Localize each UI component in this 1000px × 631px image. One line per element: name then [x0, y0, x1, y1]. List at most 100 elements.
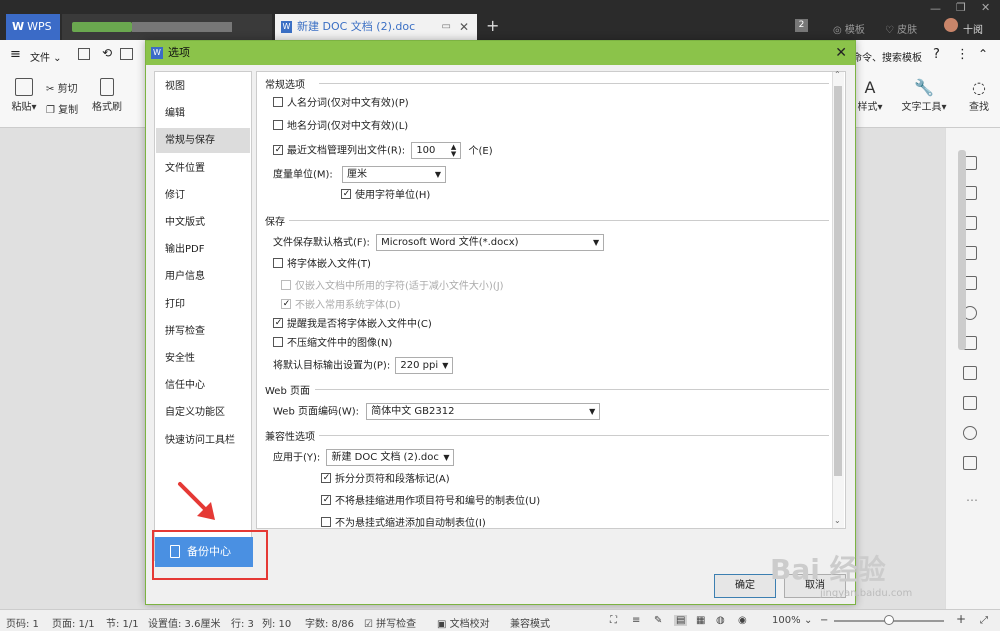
wps-home-tab[interactable]: W WPS: [6, 14, 60, 40]
apps-icon[interactable]: [963, 396, 977, 410]
no-auto-tab-checkbox[interactable]: [321, 517, 331, 527]
recent-docs-option[interactable]: 最近文档管理列出文件(R): 100 ▲▼ 个(E): [273, 142, 493, 159]
char-unit-checkbox[interactable]: [341, 189, 351, 199]
history-icon[interactable]: [963, 426, 977, 440]
doc-list-icon[interactable]: [963, 366, 977, 380]
more-icon[interactable]: ⋮: [956, 47, 969, 62]
document-tab[interactable]: W 新建 DOC 文档 (2).doc ▭ ✕: [275, 14, 477, 40]
page-view-icon[interactable]: ▤: [674, 615, 688, 626]
format-painter-button[interactable]: 格式刷: [90, 78, 124, 113]
monitor-icon[interactable]: ▭: [442, 14, 451, 40]
more-tools-icon[interactable]: ⋯: [966, 493, 978, 507]
embed-used-chars-option[interactable]: 仅嵌入文档中所用的字符(适于减小文件大小)(J): [281, 280, 504, 294]
zoom-in-icon[interactable]: +: [956, 612, 966, 626]
split-pages-checkbox[interactable]: [321, 473, 331, 483]
tab-count-badge[interactable]: 2: [795, 19, 808, 32]
proofread-button[interactable]: ▣ 文档校对: [437, 615, 490, 630]
scroll-up-icon[interactable]: ⌃: [834, 70, 841, 79]
options-scroll-thumb[interactable]: [834, 86, 842, 476]
nav-item[interactable]: 用户信息: [156, 264, 250, 289]
measure-unit-select[interactable]: 厘米 ▼: [342, 166, 446, 183]
ok-button[interactable]: 确定: [714, 574, 776, 598]
backup-center-button[interactable]: 备份中心: [155, 537, 253, 567]
tab-close-icon[interactable]: ✕: [459, 14, 469, 40]
place-segment-checkbox[interactable]: [273, 120, 283, 130]
new-tab-button[interactable]: +: [486, 16, 499, 35]
avatar[interactable]: [944, 18, 958, 32]
save-icon[interactable]: [78, 48, 90, 60]
template-button[interactable]: ◎ 模板: [833, 21, 865, 36]
recent-count-spinner[interactable]: 100 ▲ ▼: [411, 142, 462, 159]
no-common-fonts-checkbox[interactable]: [281, 299, 291, 309]
name-segment-checkbox[interactable]: [273, 97, 283, 107]
apply-to-select[interactable]: 新建 DOC 文档 (2).doc ▼: [326, 449, 455, 466]
no-hanging-option[interactable]: 不将悬挂缩进用作项目符号和编号的制表位(U): [321, 495, 540, 509]
read-view-icon[interactable]: ◉: [738, 615, 747, 626]
nav-item[interactable]: 视图: [156, 74, 250, 99]
search-command-box[interactable]: 命令、搜索模板: [852, 49, 922, 64]
nav-item[interactable]: 信任中心: [156, 373, 250, 398]
zoom-dropdown-icon[interactable]: ⌄: [804, 615, 812, 626]
close-window-icon[interactable]: ✕: [981, 1, 990, 14]
no-compress-option[interactable]: 不压缩文件中的图像(N): [273, 337, 392, 351]
default-format-select[interactable]: Microsoft Word 文件(*.docx) ▼: [376, 234, 605, 251]
embed-used-chars-checkbox[interactable]: [281, 280, 291, 290]
file-menu[interactable]: 文件 ⌄: [30, 49, 62, 64]
grid-icon[interactable]: [963, 456, 977, 470]
cut-button[interactable]: ✂ 剪切: [46, 80, 90, 95]
remind-embed-option[interactable]: 提醒我是否将字体嵌入文件中(C): [273, 318, 432, 332]
nav-item[interactable]: 编辑: [156, 101, 250, 126]
status-line[interactable]: 行: 3: [231, 615, 254, 630]
maximize-icon[interactable]: ❐: [956, 1, 966, 14]
nav-item[interactable]: 自定义功能区: [156, 400, 250, 425]
help-icon[interactable]: ?: [933, 47, 940, 62]
nav-item[interactable]: 安全性: [156, 346, 250, 371]
spinner-arrows-icon[interactable]: ▲ ▼: [451, 144, 456, 158]
recent-docs-checkbox[interactable]: [273, 144, 283, 155]
status-position[interactable]: 设置值: 3.6厘米: [148, 615, 220, 630]
fit-icon[interactable]: ⤢: [980, 615, 988, 626]
status-page-num[interactable]: 页码: 1: [6, 615, 39, 630]
edit-view-icon[interactable]: ✎: [654, 615, 662, 626]
nav-item[interactable]: 输出PDF: [156, 237, 250, 262]
text-tools-button[interactable]: 🔧 文字工具▾: [898, 78, 950, 113]
nav-item[interactable]: 常规与保存: [156, 128, 250, 154]
spell-check-button[interactable]: ☑ 拼写检查: [364, 615, 416, 630]
undo-history-icon[interactable]: ⟲: [102, 46, 112, 60]
split-pages-option[interactable]: 拆分分页符和段落标记(A): [321, 473, 450, 487]
status-words[interactable]: 字数: 8/86: [305, 615, 354, 630]
blurred-tab[interactable]: [62, 14, 272, 40]
place-segment-option[interactable]: 地名分词(仅对中文有效)(L): [273, 120, 408, 134]
zoom-level[interactable]: 100%: [772, 615, 801, 626]
dialog-close-icon[interactable]: ✕: [835, 41, 847, 65]
nav-item[interactable]: 修订: [156, 183, 250, 208]
username[interactable]: 十阅: [963, 21, 983, 36]
remind-embed-checkbox[interactable]: [273, 318, 283, 328]
nav-item[interactable]: 文件位置: [156, 156, 250, 181]
collapse-ribbon-icon[interactable]: ⌃: [978, 47, 988, 61]
zoom-slider-thumb[interactable]: [884, 615, 894, 625]
output-target-select[interactable]: 220 ppi ▼: [395, 357, 454, 374]
nav-item[interactable]: 快速访问工具栏: [156, 428, 250, 453]
styles-button[interactable]: A 样式▾: [853, 78, 887, 113]
no-auto-tab-option[interactable]: 不为悬挂式缩进添加自动制表位(I): [321, 517, 486, 528]
nav-item[interactable]: 打印: [156, 292, 250, 317]
web-view-icon[interactable]: ◍: [716, 615, 725, 626]
web-encoding-select[interactable]: 简体中文 GB2312 ▼: [366, 403, 601, 420]
dialog-titlebar[interactable]: W 选项 ✕: [146, 41, 855, 65]
copy-button[interactable]: ❐ 复制: [46, 101, 90, 116]
document-scrollbar[interactable]: [958, 150, 966, 350]
outline-view-icon[interactable]: ▦: [696, 615, 705, 626]
view-icon-2[interactable]: ≡: [632, 615, 640, 626]
no-compress-checkbox[interactable]: [273, 337, 283, 347]
no-common-fonts-option[interactable]: 不嵌入常用系统字体(D): [281, 299, 401, 313]
zoom-out-icon[interactable]: −: [820, 615, 828, 626]
status-page-count[interactable]: 页面: 1/1: [52, 615, 95, 630]
nav-item[interactable]: 中文版式: [156, 210, 250, 235]
view-icon-1[interactable]: ⛶: [610, 615, 617, 626]
embed-fonts-option[interactable]: 将字体嵌入文件(T): [273, 258, 371, 272]
paste-button[interactable]: 粘贴▾: [8, 78, 40, 113]
no-hanging-checkbox[interactable]: [321, 495, 331, 505]
print-icon[interactable]: [120, 48, 133, 60]
status-column[interactable]: 列: 10: [262, 615, 291, 630]
